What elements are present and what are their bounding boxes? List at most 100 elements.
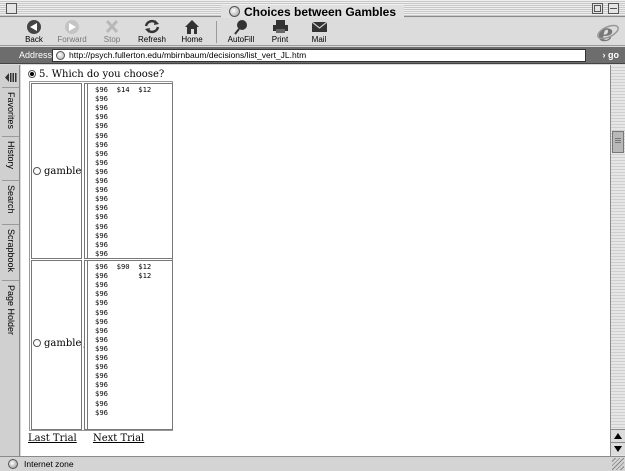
gamble-row-i: gamble I $96 $14 $12 $96 $96 $96 $96 $96 $96 $9… bbox=[31, 83, 173, 259]
gamble-label-cell: gamble J bbox=[31, 260, 89, 430]
scroll-down-button[interactable] bbox=[611, 442, 625, 455]
status-bar: Internet zone bbox=[0, 456, 625, 471]
explorer-bar: Favorites History Search Scrapbook Page … bbox=[0, 65, 20, 456]
payoff-line: $96 bbox=[95, 221, 108, 231]
home-label: Home bbox=[181, 35, 203, 44]
go-label: go bbox=[608, 50, 619, 60]
payoff-line: $96 bbox=[95, 130, 108, 140]
payoff-line: $96 $14 $12 bbox=[95, 85, 152, 94]
tab-page-holder[interactable]: Page Holder bbox=[2, 280, 19, 340]
address-bar: Address: http://psych.fullerton.edu/mbir… bbox=[0, 47, 625, 64]
payoff-line: $96 bbox=[95, 212, 108, 222]
address-label: Address: bbox=[19, 50, 55, 60]
tab-history-label: History bbox=[6, 141, 16, 170]
payoff-line: $96 bbox=[95, 380, 108, 390]
autofill-button[interactable]: AutoFill bbox=[219, 18, 263, 46]
payoff-line: $96 bbox=[95, 94, 108, 104]
last-trial-link[interactable]: Last Trial bbox=[28, 433, 77, 444]
tab-search-label: Search bbox=[6, 185, 16, 214]
gamble-data-cell: $96 $14 $12 $96 $96 $96 $96 $96 $96 $96 $96 $96 $9… bbox=[84, 83, 173, 259]
gamble-i-radio[interactable] bbox=[33, 167, 41, 175]
arrow-down-icon bbox=[614, 446, 622, 452]
tab-favorites[interactable]: Favorites bbox=[2, 87, 19, 135]
question-row: 5. Which do you choose? bbox=[28, 68, 164, 81]
scrollbar-thumb[interactable] bbox=[612, 131, 624, 153]
question-radio[interactable] bbox=[28, 70, 36, 78]
next-trial-link[interactable]: Next Trial bbox=[93, 433, 144, 444]
gamble-j-option[interactable]: gamble J bbox=[33, 338, 89, 349]
go-button[interactable]: › go bbox=[603, 49, 620, 62]
payoff-line: $96 bbox=[95, 112, 108, 122]
gamble-label-cell: gamble I bbox=[31, 83, 89, 259]
internet-zone-icon bbox=[8, 459, 18, 469]
payoff-line: $96 bbox=[95, 280, 108, 290]
payoff-line: $96 bbox=[95, 389, 108, 399]
tab-favorites-label: Favorites bbox=[6, 92, 16, 130]
payoff-line: $96 bbox=[95, 298, 108, 308]
explorer-toggle-icon[interactable] bbox=[4, 72, 17, 83]
arrow-up-icon bbox=[614, 433, 622, 439]
collapse-box[interactable] bbox=[608, 3, 619, 14]
payoff-line: $96 bbox=[95, 121, 108, 131]
payoff-line: $96 bbox=[95, 203, 108, 213]
tab-scrapbook-label: Scrapbook bbox=[6, 229, 16, 273]
payoff-line: $96 bbox=[95, 343, 108, 353]
address-field[interactable]: http://psych.fullerton.edu/mbirnbaum/dec… bbox=[52, 49, 586, 62]
autofill-icon bbox=[219, 18, 263, 35]
tab-scrapbook[interactable]: Scrapbook bbox=[2, 224, 19, 279]
autofill-label: AutoFill bbox=[227, 35, 255, 44]
stop-button[interactable]: Stop bbox=[90, 18, 134, 46]
mail-icon bbox=[297, 18, 341, 35]
payoff-line: $96 bbox=[95, 157, 108, 167]
tab-search[interactable]: Search bbox=[2, 180, 19, 223]
refresh-label: Refresh bbox=[137, 35, 166, 44]
forward-arrow-icon bbox=[50, 18, 94, 35]
gamble-i-option[interactable]: gamble I bbox=[33, 166, 89, 177]
page-globe-icon bbox=[56, 51, 65, 60]
globe-icon bbox=[228, 6, 240, 17]
print-button[interactable]: Print bbox=[258, 18, 302, 46]
payoff-line: $96 bbox=[95, 139, 108, 149]
payoff-line: $96 bbox=[95, 316, 108, 326]
payoff-line: $96 bbox=[95, 103, 108, 113]
vertical-scrollbar[interactable] bbox=[610, 65, 625, 456]
question-text: 5. Which do you choose? bbox=[39, 69, 165, 80]
stop-label: Stop bbox=[103, 35, 121, 44]
payoff-line: $96 bbox=[95, 307, 108, 317]
gamble-table: gamble I $96 $14 $12 $96 $96 $96 $96 $96 $96 $9… bbox=[29, 81, 173, 431]
zoom-box[interactable] bbox=[592, 3, 603, 14]
window-title-text: Choices between Gambles bbox=[243, 5, 397, 19]
stop-x-icon bbox=[90, 18, 134, 35]
payoff-line: $96 bbox=[95, 325, 108, 335]
scroll-up-button[interactable] bbox=[611, 429, 625, 442]
home-button[interactable]: Home bbox=[170, 18, 214, 46]
payoff-line: $96 bbox=[95, 398, 108, 408]
ie-logo: e bbox=[596, 18, 620, 47]
payoff-line: $96 bbox=[95, 248, 108, 258]
mail-button[interactable]: Mail bbox=[297, 18, 341, 46]
gamble-j-lines: $96 $90 $12 $96 $12 $96 $96 $96 $96 $96 $96 $96 $… bbox=[87, 261, 172, 429]
gamble-i-lines: $96 $14 $12 $96 $96 $96 $96 $96 $96 $96 $96 $96 $9… bbox=[87, 84, 172, 258]
print-label: Print bbox=[271, 35, 289, 44]
refresh-button[interactable]: Refresh bbox=[130, 18, 174, 46]
trial-nav: Last Trial Next Trial bbox=[28, 432, 157, 445]
payoff-line: $96 bbox=[95, 194, 108, 204]
tab-history[interactable]: History bbox=[2, 136, 19, 179]
home-icon bbox=[170, 18, 214, 35]
address-url: http://psych.fullerton.edu/mbirnbaum/dec… bbox=[69, 50, 307, 60]
payoff-line: $96 bbox=[95, 176, 108, 185]
toolbar-separator bbox=[216, 21, 217, 43]
payoff-line: $96 bbox=[95, 166, 108, 176]
mail-label: Mail bbox=[311, 35, 327, 44]
gamble-row-j: gamble J $96 $90 $12 $96 $12 $96 $96 $96 $96 $… bbox=[31, 260, 173, 430]
payoff-line: $96 bbox=[95, 353, 108, 362]
status-text: Internet zone bbox=[24, 459, 74, 469]
payoff-line: $96 bbox=[95, 371, 108, 381]
payoff-line: $96 bbox=[95, 185, 108, 195]
gamble-i-label: gamble I bbox=[44, 166, 89, 177]
payoff-line: $96 bbox=[95, 362, 108, 372]
forward-button[interactable]: Forward bbox=[50, 18, 94, 46]
gamble-j-radio[interactable] bbox=[33, 339, 41, 347]
window-title-bar[interactable]: Choices between Gambles bbox=[0, 0, 625, 20]
resize-grip[interactable] bbox=[612, 458, 624, 470]
